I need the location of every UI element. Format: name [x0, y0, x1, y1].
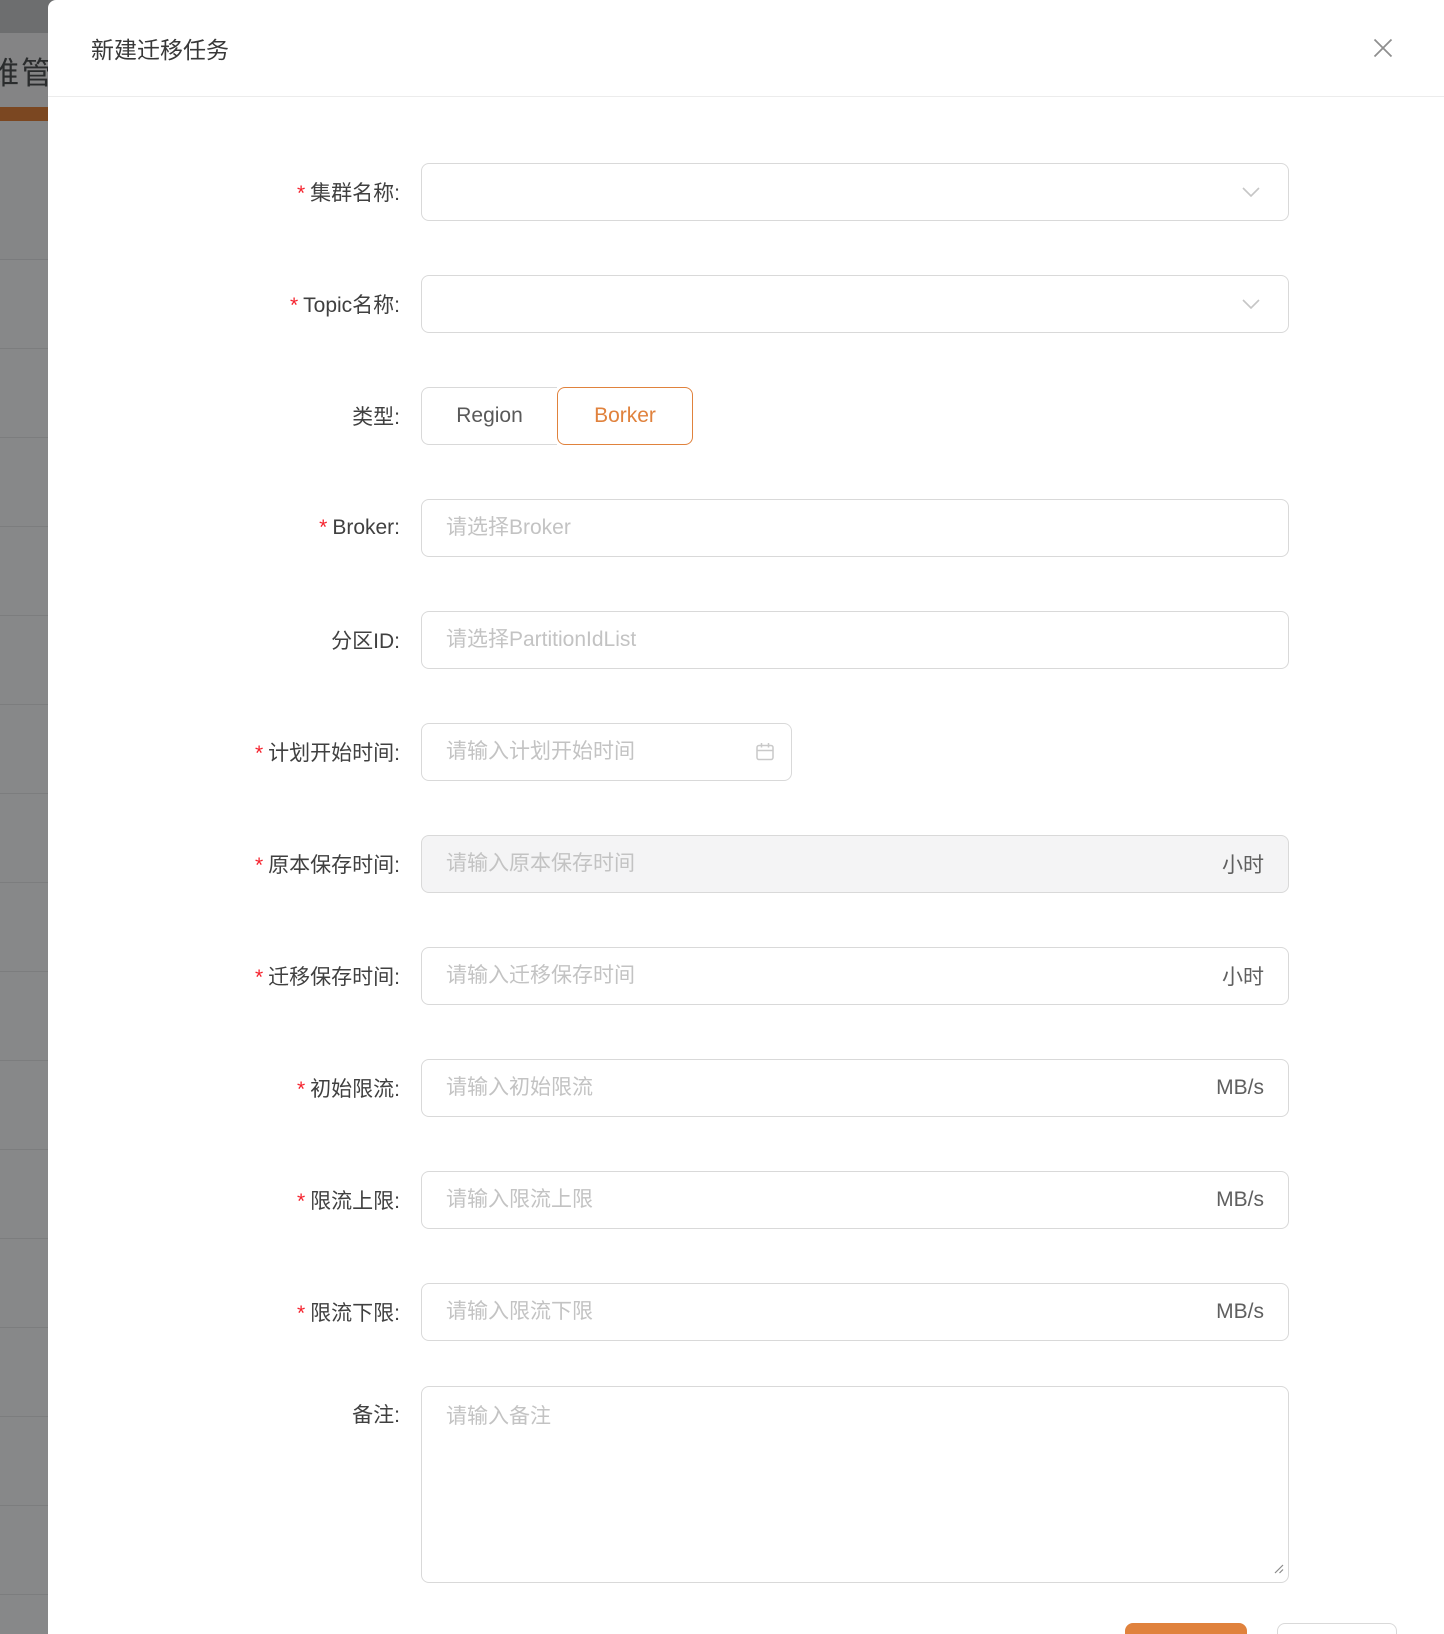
- required-asterisk: *: [255, 966, 263, 989]
- type-row: 类型: RegionBorker: [48, 360, 1444, 472]
- type-label: 类型:: [48, 401, 400, 431]
- topic-name-label-text: Topic名称:: [303, 294, 400, 317]
- required-asterisk: *: [255, 742, 263, 765]
- close-icon: [1371, 36, 1395, 63]
- remark-label: 备注:: [48, 1386, 400, 1429]
- required-asterisk: *: [297, 1302, 305, 1325]
- required-asterisk: *: [297, 1190, 305, 1213]
- modal-footer: [48, 1623, 1444, 1634]
- rate-limit-lower-field: MB/s: [421, 1283, 1289, 1341]
- broker-label-text: Broker:: [332, 516, 400, 539]
- plan-start-time-row: *计划开始时间:: [48, 696, 1444, 808]
- rate-limit-upper-control: MB/s: [421, 1171, 1289, 1229]
- partition-id-field: [421, 611, 1289, 669]
- partition-id-control: [421, 611, 1289, 669]
- topic-name-row: *Topic名称:: [48, 248, 1444, 360]
- original-retention-time-field: 小时: [421, 835, 1289, 893]
- original-retention-time-control: 小时: [421, 835, 1289, 893]
- original-retention-time-row: *原本保存时间: 小时: [48, 808, 1444, 920]
- rate-limit-lower-row: *限流下限: MB/s: [48, 1256, 1444, 1368]
- plan-start-time-input[interactable]: [422, 724, 791, 780]
- chevron-down-icon: [1242, 187, 1260, 197]
- type-control: RegionBorker: [421, 387, 693, 445]
- footer-default-button[interactable]: [1277, 1623, 1397, 1634]
- remark-control: [421, 1386, 1289, 1583]
- migration-task-form: *集群名称:*Topic名称:类型:RegionBorker*Broker:分区…: [48, 97, 1444, 1583]
- rate-limit-upper-row: *限流上限: MB/s: [48, 1144, 1444, 1256]
- type-radio-group: RegionBorker: [421, 387, 693, 445]
- rate-limit-lower-control: MB/s: [421, 1283, 1289, 1341]
- cluster-name-row: *集群名称:: [48, 136, 1444, 248]
- migration-retention-time-control: 小时: [421, 947, 1289, 1005]
- page-title: 新建迁移任务: [91, 31, 229, 65]
- broker-field: [421, 499, 1289, 557]
- modal-header: 新建迁移任务: [48, 0, 1444, 97]
- plan-start-time-field: [421, 723, 792, 781]
- migration-task-dialog: 新建迁移任务 *集群名称:*Topic名称:类型:RegionBorker*Br…: [48, 0, 1444, 1634]
- required-asterisk: *: [297, 1078, 305, 1101]
- broker-label: *Broker:: [48, 516, 400, 540]
- migration-retention-time-row: *迁移保存时间: 小时: [48, 920, 1444, 1032]
- rate-limit-lower-label: *限流下限:: [48, 1297, 400, 1327]
- cluster-name-control: [421, 163, 1289, 221]
- partition-id-input[interactable]: [422, 612, 1288, 668]
- migration-retention-time-field: 小时: [421, 947, 1289, 1005]
- footer-primary-button[interactable]: [1125, 1623, 1247, 1634]
- partition-id-row: 分区ID:: [48, 584, 1444, 696]
- original-retention-time-label-text: 原本保存时间:: [268, 854, 400, 877]
- remark-label-text: 备注:: [352, 1404, 400, 1427]
- partition-id-label: 分区ID:: [48, 625, 400, 655]
- broker-input[interactable]: [422, 500, 1288, 556]
- migration-retention-time-label-text: 迁移保存时间:: [268, 966, 400, 989]
- required-asterisk: *: [319, 516, 327, 539]
- initial-rate-limit-input[interactable]: [422, 1060, 1288, 1116]
- plan-start-time-label: *计划开始时间:: [48, 737, 400, 767]
- broker-row: *Broker:: [48, 472, 1444, 584]
- remark-row: 备注:: [48, 1368, 1444, 1583]
- initial-rate-limit-label-text: 初始限流:: [310, 1078, 400, 1101]
- initial-rate-limit-control: MB/s: [421, 1059, 1289, 1117]
- broker-control: [421, 499, 1289, 557]
- resize-handle-icon[interactable]: [1270, 1560, 1284, 1574]
- initial-rate-limit-row: *初始限流: MB/s: [48, 1032, 1444, 1144]
- required-asterisk: *: [255, 854, 263, 877]
- rate-limit-lower-input[interactable]: [422, 1284, 1288, 1340]
- partition-id-label-text: 分区ID:: [331, 630, 400, 653]
- type-option-region[interactable]: Region: [421, 387, 557, 445]
- plan-start-time-control: [421, 723, 792, 781]
- cluster-name-label: *集群名称:: [48, 177, 400, 207]
- type-label-text: 类型:: [352, 406, 400, 429]
- topic-name-select[interactable]: [421, 275, 1289, 333]
- screen: 维管 新建迁移任务 *集群名称:*Topic名称:类型:RegionBorker…: [0, 0, 1444, 1634]
- remark-textarea[interactable]: [421, 1386, 1289, 1583]
- plan-start-time-label-text: 计划开始时间:: [268, 742, 400, 765]
- rate-limit-upper-label: *限流上限:: [48, 1185, 400, 1215]
- original-retention-time-label: *原本保存时间:: [48, 849, 400, 879]
- original-retention-time-input[interactable]: [422, 836, 1288, 892]
- type-option-borker[interactable]: Borker: [557, 387, 693, 445]
- migration-retention-time-label: *迁移保存时间:: [48, 961, 400, 991]
- initial-rate-limit-label: *初始限流:: [48, 1073, 400, 1103]
- rate-limit-lower-label-text: 限流下限:: [310, 1302, 400, 1325]
- cluster-name-label-text: 集群名称:: [310, 182, 400, 205]
- chevron-down-icon: [1242, 299, 1260, 309]
- close-button[interactable]: [1368, 34, 1398, 64]
- topic-name-label: *Topic名称:: [48, 289, 400, 319]
- required-asterisk: *: [290, 294, 298, 317]
- rate-limit-upper-input[interactable]: [422, 1172, 1288, 1228]
- cluster-name-select[interactable]: [421, 163, 1289, 221]
- required-asterisk: *: [297, 182, 305, 205]
- calendar-icon[interactable]: [752, 739, 778, 765]
- initial-rate-limit-field: MB/s: [421, 1059, 1289, 1117]
- rate-limit-upper-field: MB/s: [421, 1171, 1289, 1229]
- topic-name-control: [421, 275, 1289, 333]
- migration-retention-time-input[interactable]: [422, 948, 1288, 1004]
- rate-limit-upper-label-text: 限流上限:: [310, 1190, 400, 1213]
